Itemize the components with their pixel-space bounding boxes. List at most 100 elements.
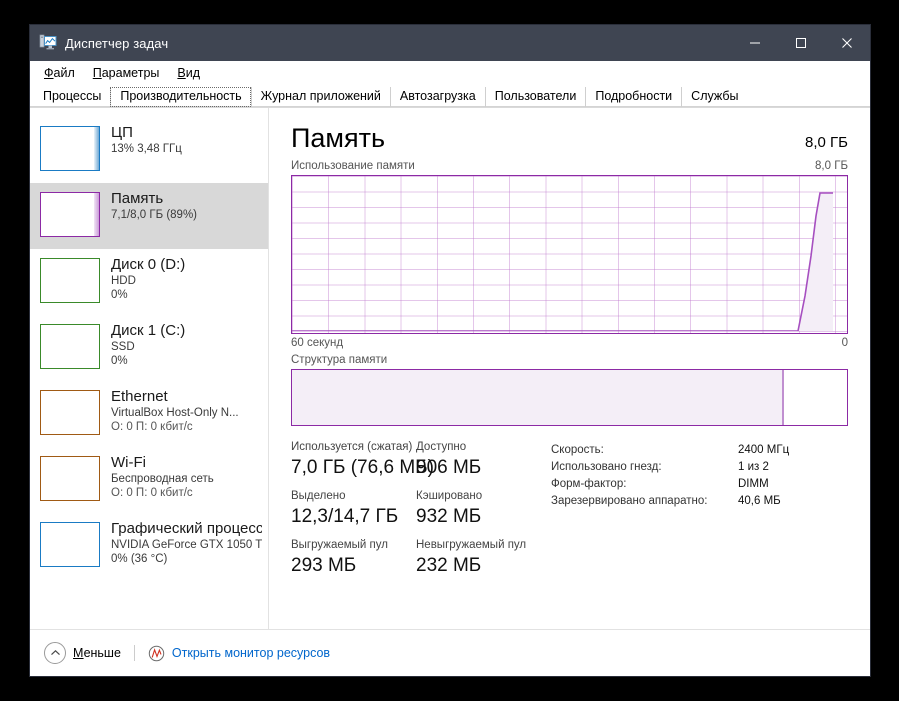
menu-options-accel: П [93, 66, 102, 80]
memory-stats: Используется (сжатая) 7,0 ГБ (76,6 МБ) Д… [291, 440, 848, 587]
tab-processes[interactable]: Процессы [34, 87, 110, 107]
spec-form-factor: Форм-фактор: DIMM [551, 476, 848, 493]
footer-divider [134, 645, 135, 661]
sidebar-sub2-disk-1: 0% [111, 354, 185, 368]
title-bar[interactable]: Диспетчер задач [30, 25, 870, 61]
tab-users[interactable]: Пользователи [485, 87, 586, 107]
sidebar-text-gpu: Графический процессор NVIDIA GeForce GTX… [111, 520, 262, 566]
sidebar-sub-memory: 7,1/8,0 ГБ (89%) [111, 208, 197, 222]
stat-paged-pool: Выгружаемый пул 293 МБ [291, 538, 416, 578]
sidebar-sub2-ethernet: О: 0 П: 0 кбит/с [111, 420, 239, 434]
sidebar-item-memory[interactable]: Память 7,1/8,0 ГБ (89%) [30, 183, 268, 249]
tab-services[interactable]: Службы [681, 87, 747, 107]
maximize-button[interactable] [778, 25, 824, 61]
composition-used [292, 370, 783, 425]
chevron-up-icon [44, 642, 66, 664]
content-area: ЦП 13% 3,48 ГГц Память 7,1/8,0 ГБ (89%) [30, 107, 870, 629]
close-button[interactable] [824, 25, 870, 61]
screen: Диспетчер задач Файл Параметры Вид Проце… [0, 0, 899, 701]
spec-speed-key: Скорость: [551, 442, 738, 459]
sidebar-sub-cpu: 13% 3,48 ГГц [111, 142, 182, 156]
stat-paged-pool-value: 293 МБ [291, 553, 416, 578]
spec-hardware-reserved-value: 40,6 МБ [738, 493, 781, 510]
spec-slots-key: Использовано гнезд: [551, 459, 738, 476]
sidebar-sub2-wifi: О: 0 П: 0 кбит/с [111, 486, 214, 500]
menu-view-accel: В [177, 66, 185, 80]
graph-axis: 60 секунд 0 [291, 337, 848, 349]
stat-committed-value: 12,3/14,7 ГБ [291, 504, 416, 529]
stat-cached-key: Кэшировано [416, 489, 541, 504]
disk-0-thumbnail [40, 258, 100, 303]
stat-in-use-key: Используется (сжатая) [291, 440, 416, 455]
spec-hardware-reserved-key: Зарезервировано аппаратно: [551, 493, 738, 510]
menu-file-rest: айл [54, 66, 75, 80]
composition-divider [782, 370, 784, 425]
sidebar-title-ethernet: Ethernet [111, 388, 239, 406]
fewer-details-label: Меньше [73, 646, 121, 660]
footer-bar: Меньше Открыть монитор ресурсов [30, 629, 870, 676]
sidebar-item-disk-1[interactable]: Диск 1 (C:) SSD 0% [30, 315, 268, 381]
sidebar-title-wifi: Wi-Fi [111, 454, 214, 472]
sidebar-sub2-disk-0: 0% [111, 288, 185, 302]
graph-label: Использование памяти [291, 160, 415, 172]
sidebar-sub1-ethernet: VirtualBox Host-Only N... [111, 406, 239, 420]
tab-performance[interactable]: Производительность [110, 87, 250, 107]
stat-in-use-value: 7,0 ГБ (76,6 МБ) [291, 455, 416, 480]
sidebar-item-cpu[interactable]: ЦП 13% 3,48 ГГц [30, 117, 268, 183]
axis-label-left: 60 секунд [291, 337, 343, 349]
sidebar-item-ethernet[interactable]: Ethernet VirtualBox Host-Only N... О: 0 … [30, 381, 268, 447]
ethernet-thumbnail [40, 390, 100, 435]
graph-max-label: 8,0 ГБ [815, 160, 848, 172]
window-title: Диспетчер задач [65, 36, 732, 51]
disk-1-thumbnail [40, 324, 100, 369]
stat-row-1: Используется (сжатая) 7,0 ГБ (76,6 МБ) Д… [291, 440, 541, 480]
stat-available-value: 906 МБ [416, 455, 541, 480]
gpu-thumbnail [40, 522, 100, 567]
open-resource-monitor-link[interactable]: Открыть монитор ресурсов [148, 645, 330, 662]
sidebar-text-memory: Память 7,1/8,0 ГБ (89%) [111, 190, 197, 222]
menu-view-rest: ид [186, 66, 200, 80]
graph-header: Использование памяти 8,0 ГБ [291, 160, 848, 172]
fewer-rest: еньше [84, 646, 121, 660]
sidebar-item-gpu[interactable]: Графический процессор NVIDIA GeForce GTX… [30, 513, 268, 579]
stat-cached-value: 932 МБ [416, 504, 541, 529]
spec-slots-value: 1 из 2 [738, 459, 769, 476]
menu-view[interactable]: Вид [168, 64, 209, 82]
menu-bar: Файл Параметры Вид [30, 61, 870, 85]
sidebar-text-wifi: Wi-Fi Беспроводная сеть О: 0 П: 0 кбит/с [111, 454, 214, 500]
stat-row-2: Выделено 12,3/14,7 ГБ Кэшировано 932 МБ [291, 489, 541, 529]
minimize-button[interactable] [732, 25, 778, 61]
sidebar-text-cpu: ЦП 13% 3,48 ГГц [111, 124, 182, 156]
stat-committed-key: Выделено [291, 489, 416, 504]
stat-available: Доступно 906 МБ [416, 440, 541, 480]
stat-nonpaged-pool-key: Невыгружаемый пул [416, 538, 541, 553]
axis-label-right: 0 [842, 337, 848, 349]
menu-file[interactable]: Файл [35, 64, 84, 82]
spec-form-factor-value: DIMM [738, 476, 769, 493]
hardware-specs: Скорость: 2400 МГц Использовано гнезд: 1… [541, 440, 848, 587]
sidebar-item-wifi[interactable]: Wi-Fi Беспроводная сеть О: 0 П: 0 кбит/с [30, 447, 268, 513]
sidebar-title-gpu: Графический процессор [111, 520, 262, 538]
memory-usage-plot [292, 176, 833, 331]
resource-monitor-icon [148, 645, 165, 662]
tab-app-history[interactable]: Журнал приложений [251, 87, 390, 107]
stat-committed: Выделено 12,3/14,7 ГБ [291, 489, 416, 529]
sidebar-sub1-disk-1: SSD [111, 340, 185, 354]
resource-sidebar: ЦП 13% 3,48 ГГц Память 7,1/8,0 ГБ (89%) [30, 108, 269, 629]
tab-startup[interactable]: Автозагрузка [390, 87, 485, 107]
memory-thumbnail [40, 192, 100, 237]
sidebar-item-disk-0[interactable]: Диск 0 (D:) HDD 0% [30, 249, 268, 315]
memory-usage-graph[interactable] [291, 175, 848, 334]
stat-nonpaged-pool: Невыгружаемый пул 232 МБ [416, 538, 541, 578]
memory-total: 8,0 ГБ [805, 134, 848, 151]
spec-form-factor-key: Форм-фактор: [551, 476, 738, 493]
sidebar-title-memory: Память [111, 190, 197, 208]
spec-slots: Использовано гнезд: 1 из 2 [551, 459, 848, 476]
menu-options[interactable]: Параметры [84, 64, 169, 82]
stat-row-3: Выгружаемый пул 293 МБ Невыгружаемый пул… [291, 538, 541, 578]
sidebar-sub2-gpu: 0% (36 °C) [111, 552, 262, 566]
memory-composition-bar[interactable] [291, 369, 848, 426]
sidebar-sub1-disk-0: HDD [111, 274, 185, 288]
tab-details[interactable]: Подробности [585, 87, 681, 107]
fewer-details-button[interactable]: Меньше [44, 642, 121, 664]
